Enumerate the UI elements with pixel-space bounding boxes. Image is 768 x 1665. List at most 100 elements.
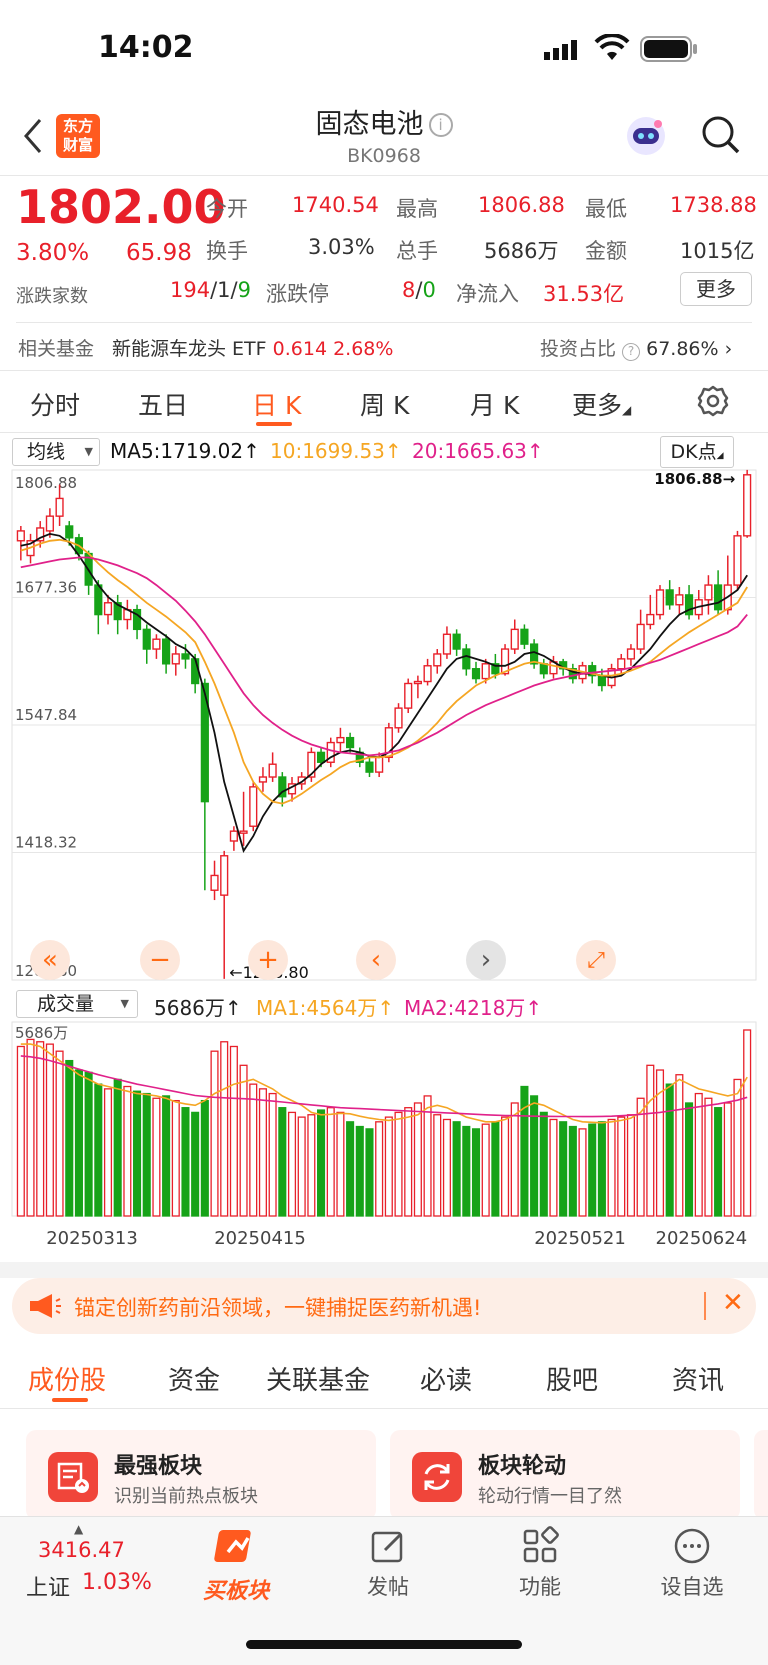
candle-body — [346, 736, 355, 749]
nav-add-watchlist[interactable]: 设自选 — [632, 1526, 752, 1601]
volume-chart[interactable]: 5686万 20250313 20250415 20250521 20250624 — [0, 1020, 768, 1260]
tab-monthly-k[interactable]: 月 K — [470, 386, 519, 422]
settings-gear-icon[interactable] — [696, 384, 730, 422]
x-tick-label: 20250521 — [534, 1228, 626, 1249]
volume-label: 总手 — [396, 239, 438, 263]
fullscreen-button[interactable]: ⤢ — [576, 940, 616, 980]
candle-body — [45, 515, 54, 532]
tab-related-funds[interactable]: 关联基金 — [266, 1360, 370, 1397]
card-next-peek[interactable] — [754, 1430, 768, 1520]
ma-selector-label: 均线 — [27, 441, 66, 463]
candle-body — [268, 763, 277, 778]
candle-body — [539, 663, 548, 675]
battery-icon — [640, 36, 700, 66]
tab-weekly-k[interactable]: 周 K — [360, 386, 409, 422]
candle — [132, 604, 142, 640]
candle — [413, 675, 422, 699]
candlestick-chart[interactable]: 1806.881677.361547.841418.321288.801806.… — [0, 468, 768, 988]
app-root: 14:02 东方 财富 固态电池 i BK0968 1802.00 3.80% … — [0, 0, 768, 1665]
candle-body — [229, 830, 238, 842]
tab-must-read[interactable]: 必读 — [420, 1360, 472, 1397]
candle — [510, 619, 519, 654]
index-widget[interactable]: ▲ 3416.47 上证 1.03% — [22, 1520, 162, 1601]
info-icon[interactable]: i — [428, 113, 453, 137]
candle-body — [413, 680, 422, 685]
search-icon[interactable] — [700, 114, 742, 160]
candle-body — [249, 786, 258, 827]
tab-more[interactable]: 更多◢ — [572, 386, 631, 422]
volume-bar — [384, 1116, 393, 1217]
tab-daily-k[interactable]: 日 K — [252, 386, 301, 422]
zoom-out-button[interactable]: − — [140, 940, 180, 980]
nav-post[interactable]: 发帖 — [328, 1526, 448, 1601]
volume-bar — [326, 1107, 335, 1217]
netflow-value: 31.53亿 — [543, 282, 625, 306]
card-strongest-board[interactable]: 最强板块 识别当前热点板块 — [26, 1430, 376, 1520]
limit-up: 8 — [402, 278, 416, 302]
rewind-button[interactable]: « — [30, 940, 70, 980]
candle-body — [423, 665, 432, 683]
dk-point-button[interactable]: DK点◢ — [660, 436, 734, 468]
tab-five-day[interactable]: 五日 — [138, 386, 188, 422]
open-label: 今开 — [206, 197, 248, 221]
tab-news[interactable]: 资讯 — [672, 1360, 724, 1397]
volume-bar — [559, 1121, 568, 1217]
high-value: 1806.88 — [478, 193, 565, 217]
tab-more-label: 更多 — [572, 391, 623, 420]
zoom-in-button[interactable]: + — [248, 940, 288, 980]
nav-buy-board[interactable]: 买板块 — [176, 1526, 296, 1605]
candle-body — [55, 497, 64, 517]
candle — [152, 634, 161, 659]
nav-functions[interactable]: 功能 — [480, 1526, 600, 1601]
fund-change: 2.68% — [333, 338, 394, 360]
volume-bar — [317, 1109, 326, 1217]
candle — [733, 530, 742, 590]
fund-link[interactable]: 新能源车龙头 ETF 0.614 2.68% — [112, 334, 393, 361]
nav-post-label: 发帖 — [367, 1575, 409, 1599]
section-tab-underline — [52, 1398, 88, 1402]
candle-body — [365, 761, 374, 773]
candle — [220, 850, 229, 979]
volume-bar — [675, 1074, 684, 1217]
candle-body — [336, 736, 345, 744]
card-board-rotation[interactable]: 板块轮动 轮动行情一目了然 — [390, 1430, 740, 1520]
candle-body — [530, 643, 539, 665]
volume-bar — [74, 1069, 83, 1217]
candle — [723, 555, 732, 615]
tab-constituents[interactable]: 成份股 — [28, 1360, 106, 1397]
y-tick-label: 1677.36 — [15, 579, 77, 597]
tab-forum[interactable]: 股吧 — [546, 1360, 598, 1397]
open-value: 1740.54 — [292, 193, 379, 217]
nav-buy-board-label: 买板块 — [202, 1579, 269, 1604]
tab-intraday[interactable]: 分时 — [30, 386, 80, 422]
robot-avatar-icon[interactable] — [624, 114, 668, 158]
ma-selector[interactable]: 均线 ▼ — [12, 438, 100, 466]
nav-functions-label: 功能 — [519, 1575, 561, 1599]
prev-button[interactable]: ‹ — [356, 940, 396, 980]
ratio-group[interactable]: 投资占比 ? 67.86% › — [540, 334, 732, 361]
candle — [636, 609, 645, 654]
volume-bar — [162, 1095, 171, 1217]
x-tick-label: 20250415 — [214, 1228, 306, 1249]
candle-body — [743, 474, 752, 537]
promo-banner[interactable]: 锚定创新药前沿领域，一键捕捉医药新机遇! ✕ — [12, 1278, 756, 1334]
candle — [462, 644, 471, 676]
candle-body — [162, 638, 171, 665]
next-button[interactable]: › — [466, 940, 506, 980]
candle — [704, 575, 713, 615]
candle-body — [94, 584, 103, 616]
volume-selector[interactable]: 成交量 ▼ — [16, 990, 138, 1018]
candle — [394, 703, 403, 733]
close-icon[interactable]: ✕ — [722, 1288, 744, 1318]
candle — [452, 629, 461, 656]
candle-body — [452, 633, 461, 650]
candle-body — [375, 756, 384, 773]
candle — [646, 594, 655, 630]
x-tick-label: 20250313 — [46, 1228, 138, 1249]
candle — [258, 767, 268, 792]
candle — [530, 639, 539, 669]
tab-funds[interactable]: 资金 — [168, 1360, 220, 1397]
volume-bar — [471, 1128, 481, 1217]
more-button[interactable]: 更多 — [680, 272, 752, 306]
home-indicator — [246, 1640, 522, 1649]
